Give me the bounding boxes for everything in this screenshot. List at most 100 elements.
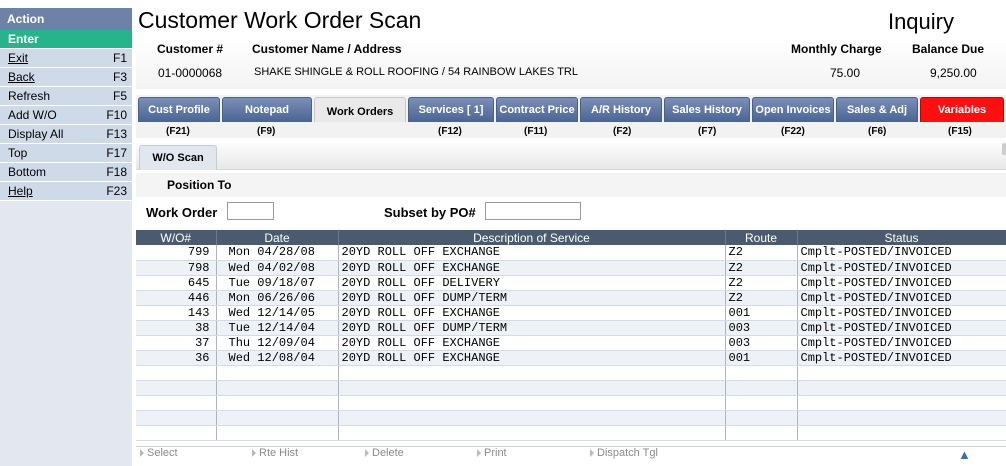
column-date[interactable]: Date <box>216 230 339 245</box>
tab-sales-adj[interactable]: Sales & Adj <box>836 97 918 123</box>
bottom-key: F18 <box>106 165 127 179</box>
help-key: F23 <box>106 184 127 198</box>
refresh-button[interactable]: Refresh F5 <box>0 87 132 106</box>
column-status[interactable]: Status <box>797 230 1006 245</box>
print-button[interactable]: Print <box>477 447 507 459</box>
tab-scroll-indicator[interactable] <box>1002 143 1006 155</box>
wo-date: Mon 04/28/08 <box>216 245 339 261</box>
column-description[interactable]: Description of Service <box>338 230 726 245</box>
column-wo-number[interactable]: W/O# <box>136 230 217 245</box>
dispatch-tgl-button[interactable]: Dispatch Tgl <box>590 447 658 459</box>
tab-work-orders[interactable]: Work Orders <box>314 97 406 125</box>
main-panel: Customer Work Order Scan Inquiry Custome… <box>136 0 1006 466</box>
page-title: Customer Work Order Scan <box>138 7 422 33</box>
key-open-invoices: (F22) <box>781 126 805 137</box>
wo-status: Cmplt-POSTED/INVOICED <box>797 335 1006 351</box>
exit-button[interactable]: Exit F1 <box>0 49 132 68</box>
wo-route: 003 <box>725 320 798 336</box>
tab-cust-profile[interactable]: Cust Profile <box>138 97 220 123</box>
tab-services[interactable]: Services [ 1] <box>408 97 494 123</box>
column-route[interactable]: Route <box>725 230 798 245</box>
customer-number: 01-0000068 <box>158 66 223 80</box>
top-button[interactable]: Top F17 <box>0 144 132 163</box>
wo-date: Wed 12/14/05 <box>216 305 339 321</box>
wo-description: 20YD ROLL OFF DUMP/TERM <box>338 320 726 336</box>
wo-number: 798 <box>136 260 217 276</box>
wo-date: Tue 12/14/04 <box>216 320 339 336</box>
empty-row <box>136 365 1006 381</box>
wo-number: 799 <box>136 245 217 261</box>
bottom-label: Bottom <box>8 165 47 179</box>
table-row[interactable]: 799 Mon 04/28/08 20YD ROLL OFF EXCHANGE Z2 C… <box>136 245 1006 261</box>
wo-date: Thu 12/09/04 <box>216 335 339 351</box>
tab-notepad[interactable]: Notepad <box>222 97 312 123</box>
table-row[interactable]: 645 Tue 09/18/07 20YD ROLL OFF DELIVERY Z2 C… <box>136 275 1006 291</box>
empty-row <box>136 410 1006 426</box>
select-button[interactable]: Select <box>140 447 178 459</box>
tab-variables[interactable]: Variables <box>920 97 1004 123</box>
key-contract-price: (F11) <box>524 126 548 137</box>
subset-po-label: Subset by PO# <box>384 205 476 220</box>
grid-header-row: W/O# Date Description of Service Route S… <box>136 230 1006 245</box>
table-row[interactable]: 37 Thu 12/09/04 20YD ROLL OFF EXCHANGE 003 C… <box>136 335 1006 351</box>
back-button[interactable]: Back F3 <box>0 68 132 87</box>
wo-description: 20YD ROLL OFF DELIVERY <box>338 275 726 291</box>
rte-hist-button[interactable]: Rte Hist <box>252 447 298 459</box>
wo-status: Cmplt-POSTED/INVOICED <box>797 260 1006 276</box>
key-sales-history: (F7) <box>698 126 717 137</box>
back-label: Back <box>8 70 35 84</box>
wo-status: Cmplt-POSTED/INVOICED <box>797 305 1006 321</box>
wo-description: 20YD ROLL OFF EXCHANGE <box>338 305 726 321</box>
empty-row <box>136 380 1006 396</box>
position-to-row <box>136 173 1006 197</box>
wo-status: Cmplt-POSTED/INVOICED <box>797 275 1006 291</box>
delete-button[interactable]: Delete <box>365 447 404 459</box>
add-wo-button[interactable]: Add W/O F10 <box>0 106 132 125</box>
tab-open-invoices[interactable]: Open Invoices <box>752 97 834 123</box>
subset-po-input[interactable] <box>485 202 581 220</box>
work-order-input[interactable] <box>227 202 274 220</box>
top-key: F17 <box>106 146 127 160</box>
wo-date: Mon 06/26/06 <box>216 290 339 306</box>
customer-name-label: Customer Name / Address <box>252 42 402 56</box>
table-row[interactable]: 38 Tue 12/14/04 20YD ROLL OFF DUMP/TERM 003… <box>136 320 1006 336</box>
wo-description: 20YD ROLL OFF EXCHANGE <box>338 260 726 276</box>
work-order-label: Work Order <box>146 205 218 220</box>
key-notepad: (F9) <box>257 126 276 137</box>
add-wo-label: Add W/O <box>8 108 57 122</box>
key-sales-adj: (F6) <box>868 126 887 137</box>
wo-date: Tue 09/18/07 <box>216 275 339 291</box>
wo-status: Cmplt-POSTED/INVOICED <box>797 320 1006 336</box>
tab-contract-price[interactable]: Contract Price <box>496 97 578 123</box>
action-header: Action <box>0 8 132 30</box>
wo-number: 37 <box>136 335 217 351</box>
enter-button[interactable]: Enter <box>0 30 132 49</box>
balance-due-label: Balance Due <box>912 42 985 56</box>
table-row[interactable]: 446 Mon 06/26/06 20YD ROLL OFF DUMP/TERM Z2… <box>136 290 1006 306</box>
wo-date: Wed 04/02/08 <box>216 260 339 276</box>
position-to-label: Position To <box>167 178 232 192</box>
help-button[interactable]: Help F23 <box>0 182 132 201</box>
display-all-button[interactable]: Display All F13 <box>0 125 132 144</box>
wo-route: Z2 <box>725 260 798 276</box>
wo-route: 003 <box>725 335 798 351</box>
wo-status: Cmplt-POSTED/INVOICED <box>797 350 1006 366</box>
wo-route: 001 <box>725 350 798 366</box>
key-ar-history: (F2) <box>613 126 632 137</box>
table-row[interactable]: 798 Wed 04/02/08 20YD ROLL OFF EXCHANGE Z2 C… <box>136 260 1006 276</box>
back-key: F3 <box>112 70 127 84</box>
wo-number: 36 <box>136 350 217 366</box>
bottom-button[interactable]: Bottom F18 <box>0 163 132 182</box>
wo-number: 38 <box>136 320 217 336</box>
scroll-up-icon[interactable]: ▲ <box>958 447 971 462</box>
empty-row <box>136 395 1006 411</box>
exit-label: Exit <box>8 51 29 65</box>
display-all-label: Display All <box>8 127 64 141</box>
tab-sales-history[interactable]: Sales History <box>664 97 750 123</box>
table-row[interactable]: 36 Wed 12/08/04 20YD ROLL OFF EXCHANGE 001 C… <box>136 350 1006 366</box>
table-row[interactable]: 143 Wed 12/14/05 20YD ROLL OFF EXCHANGE 001… <box>136 305 1006 321</box>
tab-ar-history[interactable]: A/R History <box>580 97 662 123</box>
balance-due: 9,250.00 <box>930 66 977 80</box>
subtab-bar <box>136 140 1006 170</box>
subtab-wo-scan[interactable]: W/O Scan <box>139 145 217 170</box>
